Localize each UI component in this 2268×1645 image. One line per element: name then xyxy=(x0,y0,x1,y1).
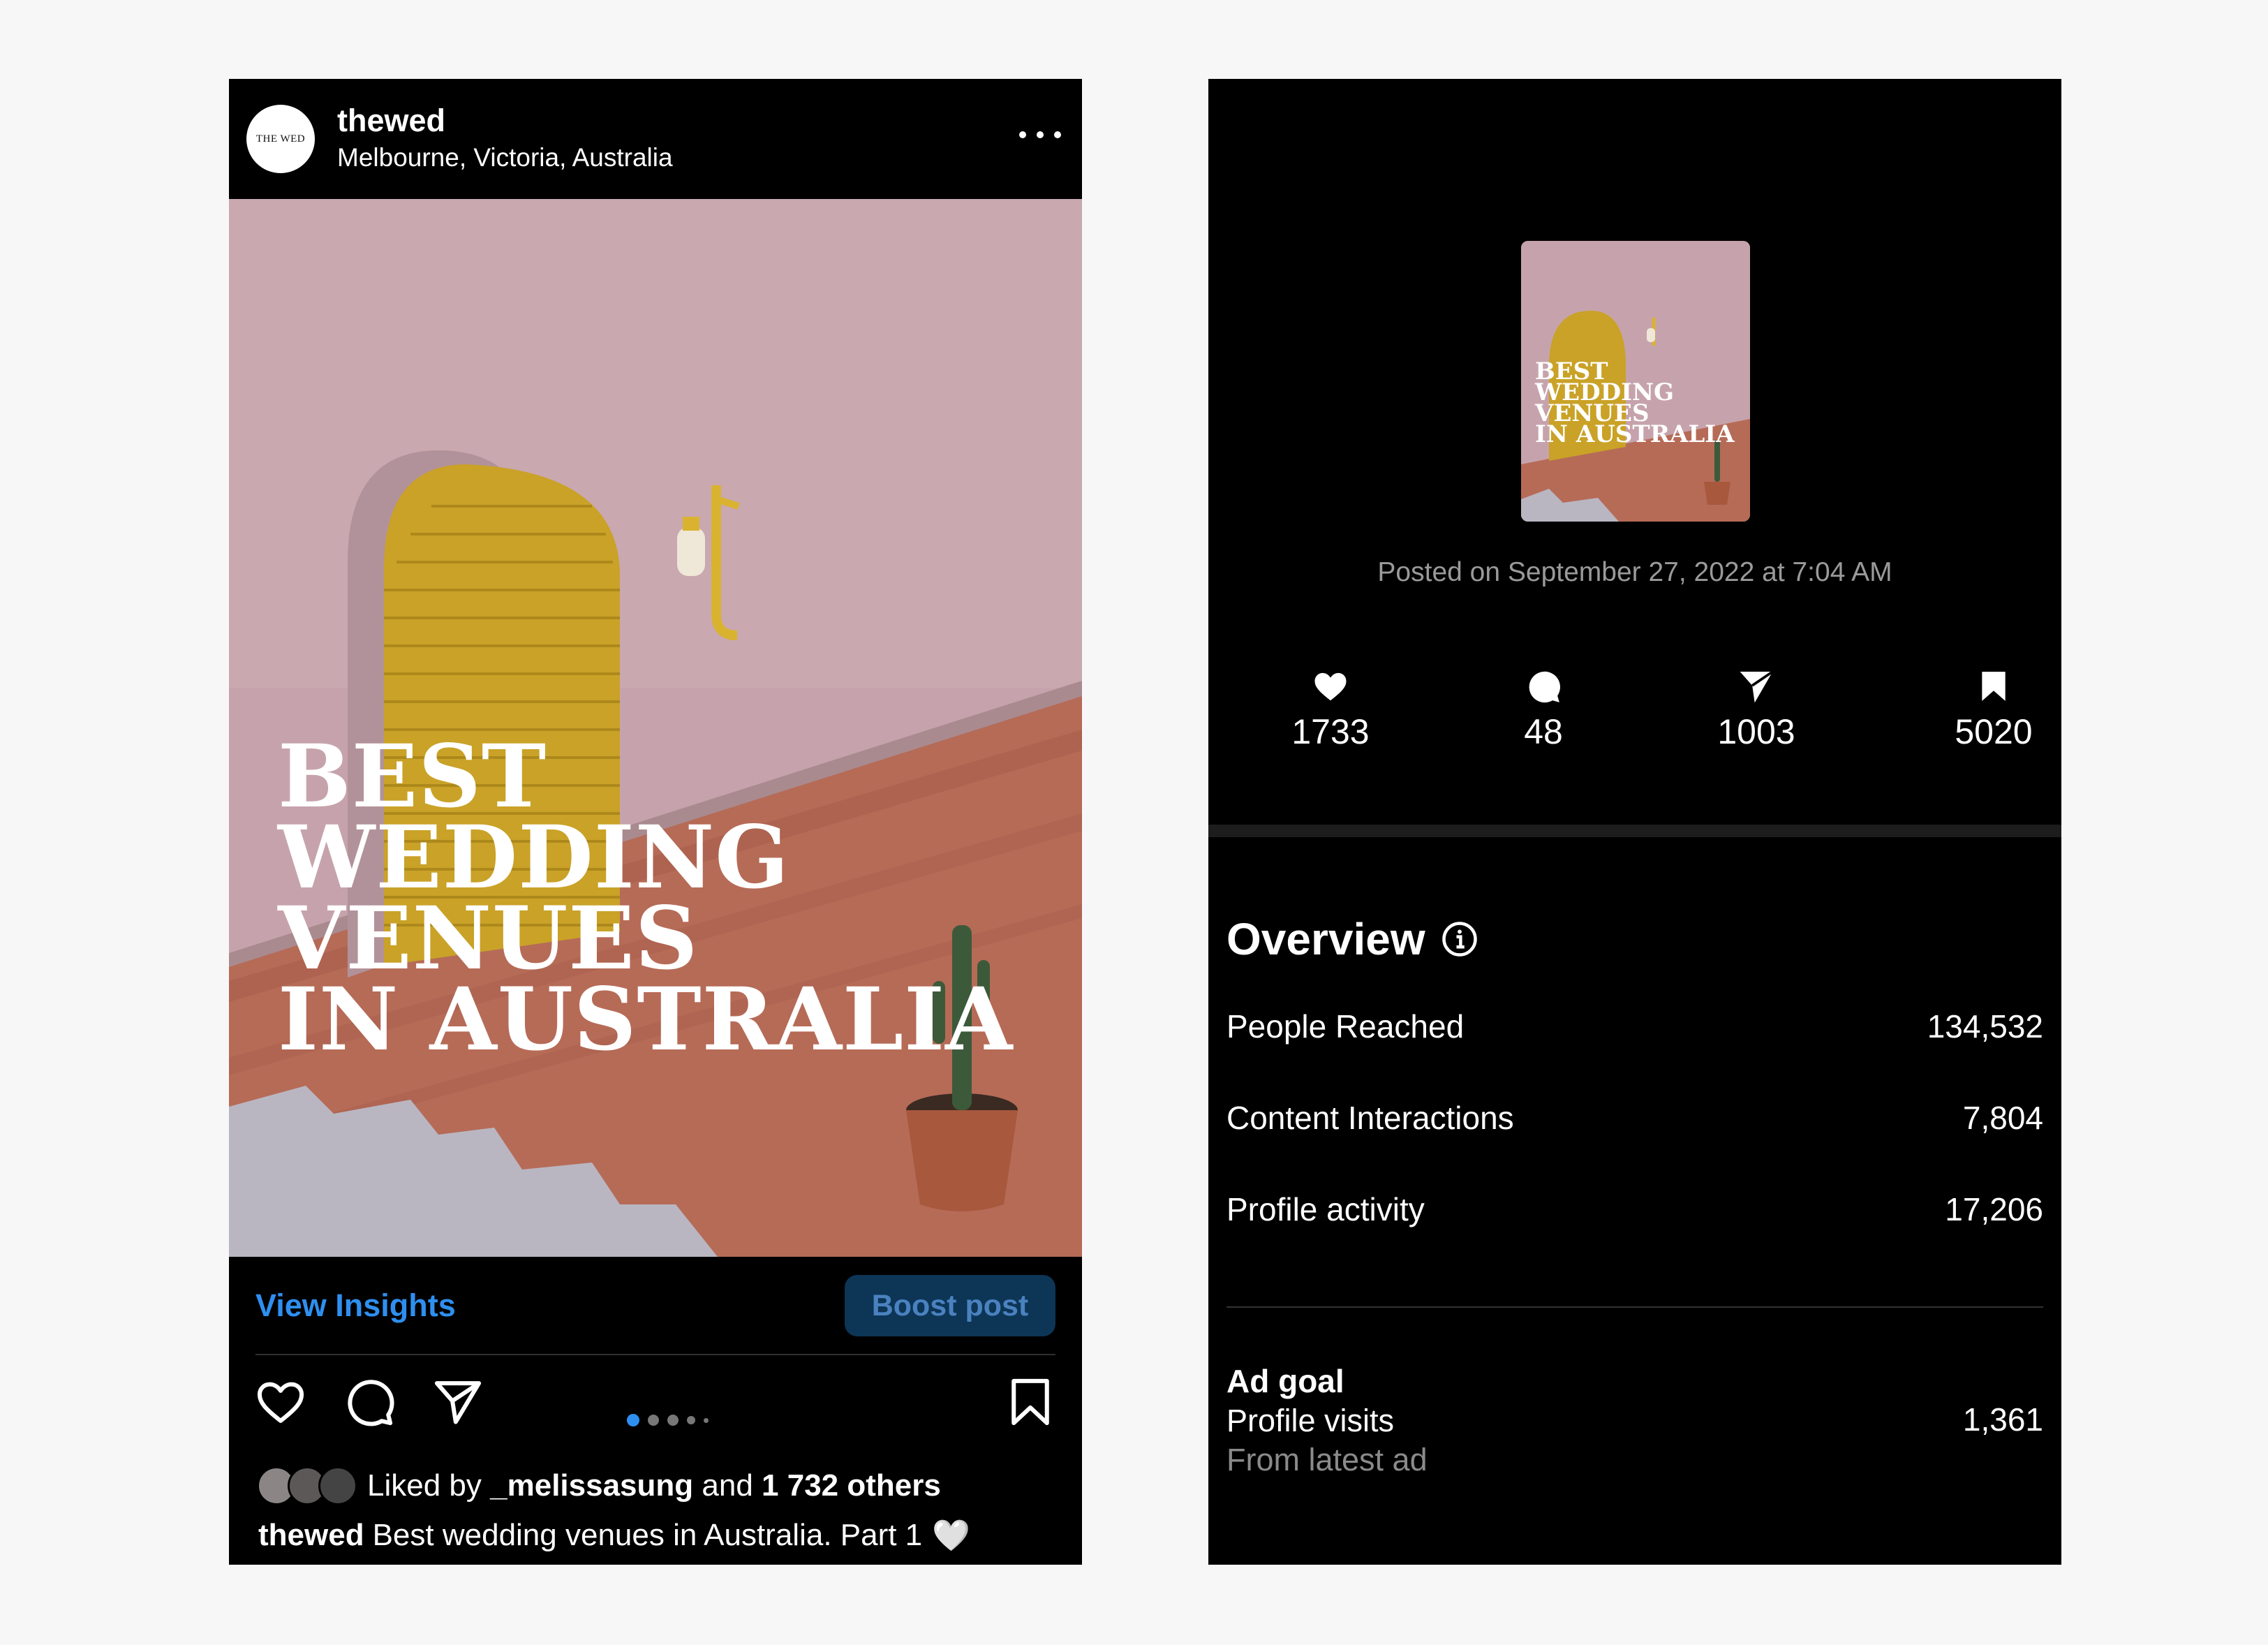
stat-shares: 1003 xyxy=(1680,665,1833,752)
post-image[interactable]: BEST WEDDING VENUES IN AUSTRALIA xyxy=(229,199,1082,1257)
carousel-dot xyxy=(704,1417,709,1423)
comment-icon xyxy=(1529,671,1560,703)
post-action-bar: View Insights Boost post Liked by _melis… xyxy=(229,1257,1082,1565)
instagram-post: THE WED thewed Melbourne, Victoria, Aust… xyxy=(229,79,1082,1565)
metric-label: Profile activity xyxy=(1226,1191,1425,1227)
likes-middle: and xyxy=(702,1468,753,1503)
carousel-dot xyxy=(687,1416,695,1424)
headline-line: WEDDING xyxy=(278,807,790,908)
metric-label: Content Interactions xyxy=(1226,1100,1514,1136)
ad-goal-section[interactable]: Ad goal Profile visits From latest ad xyxy=(1226,1362,1428,1478)
overview-heading: Overview xyxy=(1226,913,1478,965)
post-thumbnail[interactable]: BEST WEDDING VENUES IN AUSTRALIA xyxy=(1521,241,1750,522)
boost-post-button[interactable]: Boost post xyxy=(845,1275,1055,1336)
headline-line: VENUES xyxy=(278,888,699,989)
share-icon xyxy=(1740,670,1774,703)
post-location[interactable]: Melbourne, Victoria, Australia xyxy=(337,143,673,172)
bookmark-icon xyxy=(1982,672,2006,701)
likes-count: 1733 xyxy=(1291,712,1370,751)
divider xyxy=(255,1354,1055,1355)
section-separator xyxy=(1208,825,2061,837)
caption-text: Best wedding venues in Australia. Part 1 xyxy=(372,1518,923,1552)
heart-icon xyxy=(1314,672,1347,701)
headline-line: IN AUSTRALIA xyxy=(278,969,1014,1070)
thumbnail-headline: BEST WEDDING VENUES IN AUSTRALIA xyxy=(1535,360,1735,448)
comments-count: 48 xyxy=(1524,712,1563,751)
stat-comments: 48 xyxy=(1467,665,1620,752)
carousel-dot xyxy=(667,1415,679,1426)
ad-goal-sublabel: From latest ad xyxy=(1226,1442,1428,1477)
post-headline: BEST WEDDING VENUES IN AUSTRALIA xyxy=(278,726,1014,1070)
post-caption: thewed Best wedding venues in Australia.… xyxy=(258,1517,970,1554)
profile-avatar[interactable]: THE WED xyxy=(246,105,315,173)
carousel-dot-active xyxy=(627,1414,639,1426)
ad-goal-value: 1,361 xyxy=(1962,1401,2043,1438)
thumbnail-headline-line: IN AUSTRALIA xyxy=(1535,420,1735,448)
metric-value: 7,804 xyxy=(1962,1100,2043,1136)
bookmark-icon[interactable] xyxy=(1004,1375,1057,1429)
metric-label: People Reached xyxy=(1226,1008,1465,1045)
likes-prefix: Liked by xyxy=(367,1468,482,1503)
divider xyxy=(1226,1306,2043,1308)
carousel-dot xyxy=(648,1415,659,1426)
metric-value: 17,206 xyxy=(1945,1191,2043,1227)
liker-avatars xyxy=(257,1466,360,1505)
post-header: THE WED thewed Melbourne, Victoria, Aust… xyxy=(229,79,1082,199)
heart-icon[interactable] xyxy=(254,1375,307,1429)
saves-count: 5020 xyxy=(1955,712,2033,751)
metric-profile-activity[interactable]: Profile activity 17,206 xyxy=(1226,1190,2043,1228)
more-options-icon[interactable] xyxy=(1019,121,1061,149)
ad-goal-label: Profile visits xyxy=(1226,1403,1395,1438)
likes-others[interactable]: 1 732 others xyxy=(762,1468,941,1503)
shares-count: 1003 xyxy=(1717,712,1795,751)
headline-line: BEST xyxy=(278,726,547,827)
metric-people-reached[interactable]: People Reached 134,532 xyxy=(1226,1008,2043,1045)
share-icon[interactable] xyxy=(431,1375,484,1429)
info-icon[interactable] xyxy=(1441,920,1478,958)
post-insights-panel: BEST WEDDING VENUES IN AUSTRALIA Posted … xyxy=(1208,79,2061,1565)
caption-username[interactable]: thewed xyxy=(258,1518,364,1553)
comment-icon[interactable] xyxy=(343,1375,396,1429)
view-insights-link[interactable]: View Insights xyxy=(255,1288,456,1324)
carousel-indicator xyxy=(627,1414,709,1426)
stat-likes: 1733 xyxy=(1254,665,1407,752)
posted-date: Posted on September 27, 2022 at 7:04 AM xyxy=(1377,557,1892,587)
metric-content-interactions[interactable]: Content Interactions 7,804 xyxy=(1226,1099,2043,1137)
stat-saves: 5020 xyxy=(1917,665,2061,752)
post-username[interactable]: thewed xyxy=(337,103,445,139)
likes-summary[interactable]: Liked by _melissasung and 1 732 others xyxy=(257,1465,941,1507)
ad-goal-title: Ad goal xyxy=(1226,1363,1344,1399)
liker-username[interactable]: _melissasung xyxy=(490,1468,693,1503)
white-heart-emoji: 🤍 xyxy=(932,1519,970,1553)
post-icon-row xyxy=(229,1375,1082,1452)
metric-value: 134,532 xyxy=(1927,1008,2043,1045)
overview-title: Overview xyxy=(1226,914,1425,964)
avatar xyxy=(318,1466,357,1505)
